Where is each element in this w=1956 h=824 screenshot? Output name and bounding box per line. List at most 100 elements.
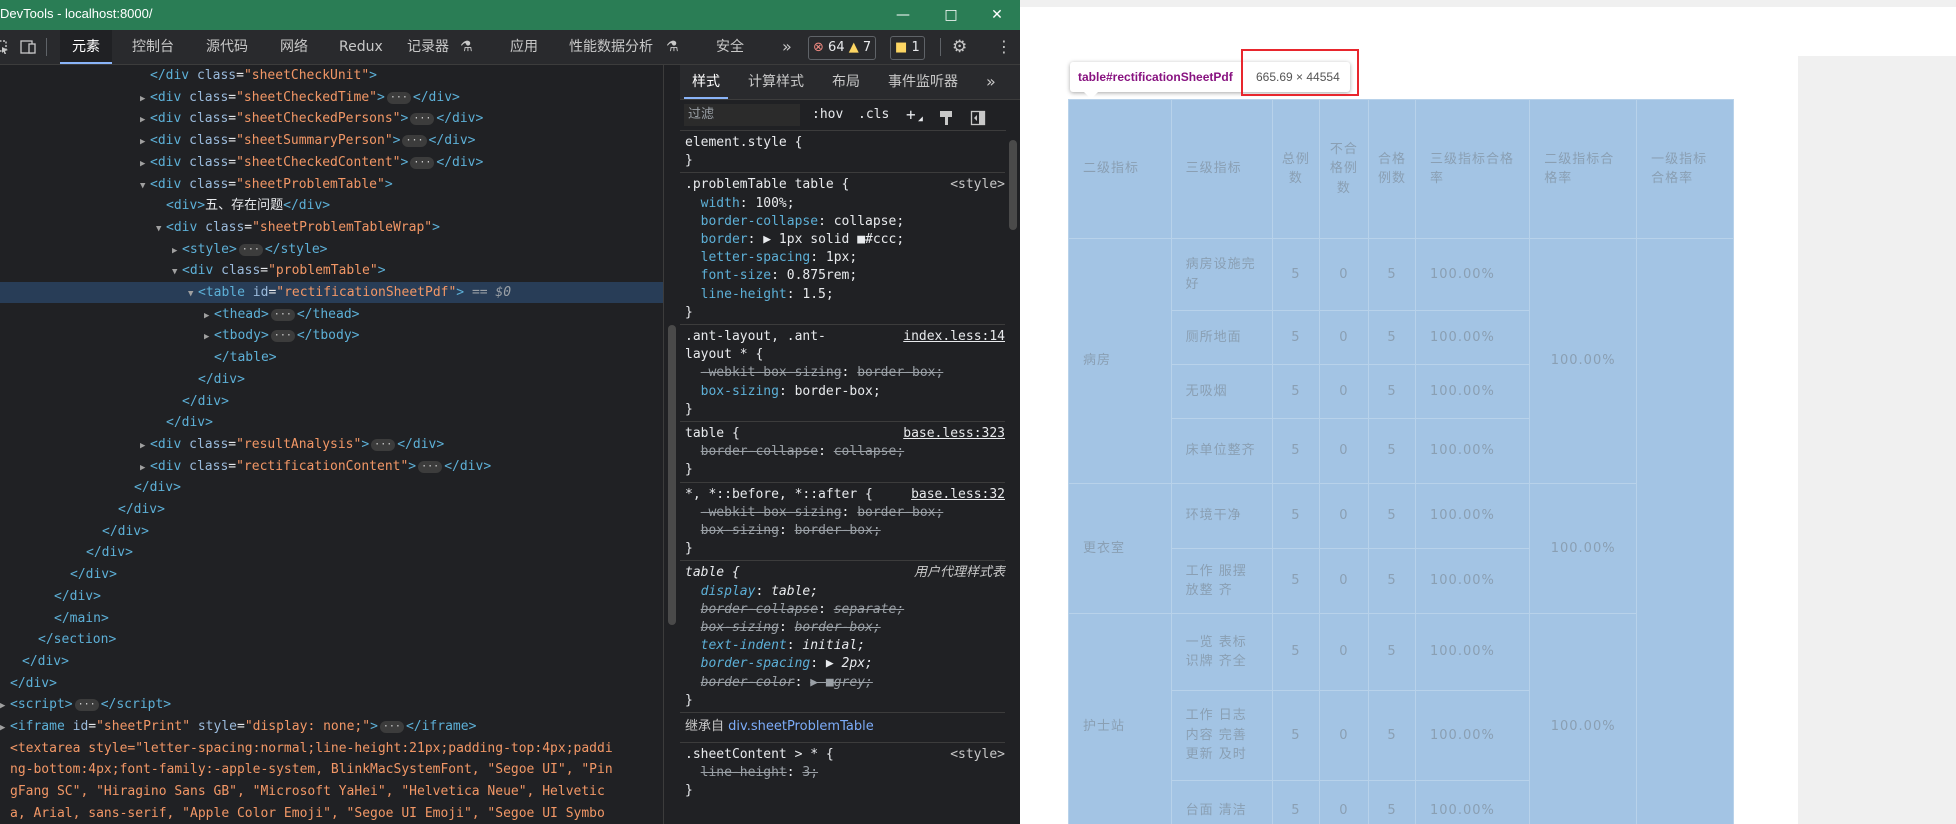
dom-node-line[interactable]: </div> (0, 521, 663, 542)
expand-toggle-icon[interactable]: ▶ (140, 89, 150, 110)
dom-node-line[interactable]: </table> (0, 347, 663, 368)
expand-toggle-icon[interactable]: ▶ (140, 154, 150, 175)
device-toolbar-icon[interactable] (20, 39, 36, 55)
dom-node-line[interactable]: <div>五、存在问题</div> (0, 195, 663, 216)
rule-source-link[interactable]: base.less:32 (911, 486, 1005, 504)
dom-node-line[interactable]: ▶ <style> ··· </style> (0, 239, 663, 260)
dom-node-line[interactable]: </div> (0, 391, 663, 412)
settings-gear-icon[interactable]: ⚙ (952, 30, 967, 64)
tab-network[interactable]: 网络 (280, 30, 308, 64)
maximize-button[interactable]: □ (928, 0, 974, 30)
dom-node-line[interactable]: gFang SC", "Hiragino Sans GB", "Microsof… (0, 781, 663, 802)
issues-counter[interactable]: ■ 1 (890, 36, 925, 60)
dom-node-line[interactable]: </div> (0, 586, 663, 607)
dom-node-line[interactable]: ▶ <div class="sheetSummaryPerson"> ··· </di… (0, 130, 663, 151)
expand-toggle-icon[interactable]: ▼ (156, 219, 166, 240)
rule-separator (680, 421, 1005, 422)
dom-node-line[interactable]: ▶ <div class="sheetCheckedPersons"> ··· </d… (0, 108, 663, 129)
expand-toggle-icon[interactable]: ▼ (188, 284, 198, 305)
tab-elements[interactable]: 元素 (60, 30, 112, 64)
passed-count-cell: 5 (1367, 690, 1417, 781)
subtab-computed[interactable]: 计算样式 (748, 65, 804, 99)
toggle-sidebar-icon[interactable] (970, 110, 986, 126)
rule-source-link[interactable]: index.less:14 (903, 328, 1005, 346)
item-rate-cell: 100.00% (1414, 310, 1531, 365)
panel-splitter-scrollbar[interactable] (663, 65, 680, 824)
scrollbar-thumb[interactable] (1009, 140, 1017, 230)
css-property: line-height: 3; (700, 765, 819, 781)
expand-toggle-icon[interactable]: ▼ (172, 262, 182, 283)
error-warning-counter[interactable]: ⊗ 64 ▲ 7 (808, 36, 877, 60)
subtab-styles[interactable]: 样式 (684, 65, 728, 99)
tab-sources[interactable]: 源代码 (206, 30, 248, 64)
dom-node-line[interactable]: <textarea style="letter-spacing:normal;l… (0, 738, 663, 759)
dom-node-line[interactable]: ▶ <div class="sheetCheckedContent"> ··· </d… (0, 152, 663, 173)
tab-redux[interactable]: Redux (339, 30, 383, 64)
dom-node-line[interactable]: </div class="sheetCheckUnit"> (0, 65, 663, 86)
tab-console[interactable]: 控制台 (132, 30, 174, 64)
styles-scrollbar[interactable] (1006, 130, 1020, 824)
subtab-more[interactable]: » (986, 65, 996, 99)
add-rule-dropdown-icon[interactable]: ◢ (918, 108, 923, 130)
dom-node-line[interactable]: </div> (0, 499, 663, 520)
dom-node-line[interactable]: </div> (0, 651, 663, 672)
close-button[interactable]: ✕ (974, 0, 1020, 30)
dom-node-line[interactable]: ▼ <div class="sheetProblemTableWrap"> (0, 217, 663, 238)
dom-node-line[interactable]: ▼ <div class="problemTable"> (0, 260, 663, 281)
dom-node-line[interactable]: </div> (0, 564, 663, 585)
dom-node-line[interactable]: </section> (0, 629, 663, 650)
class-toggle-button[interactable]: .cls (858, 104, 889, 126)
rule-source-link[interactable]: base.less:323 (903, 425, 1005, 443)
tab-security[interactable]: 安全 (716, 30, 744, 64)
dom-node-line[interactable]: ▼ <div class="sheetProblemTable"> (0, 174, 663, 195)
tab-recorder[interactable]: 记录器 (407, 30, 449, 64)
expand-toggle-icon[interactable]: ▶ (0, 718, 10, 739)
warning-icon: ▲ (848, 40, 859, 55)
dom-node-line[interactable]: </div> (0, 542, 663, 563)
dom-node-line[interactable]: </div> (0, 673, 663, 694)
expand-toggle-icon[interactable]: ▶ (140, 132, 150, 153)
expand-toggle-icon[interactable]: ▶ (0, 696, 10, 717)
subtab-layout[interactable]: 布局 (832, 65, 860, 99)
scrollbar-thumb[interactable] (668, 325, 676, 625)
inspect-element-icon[interactable] (0, 39, 10, 55)
expand-toggle-icon[interactable]: ▶ (172, 241, 182, 262)
dom-node-line[interactable]: </div> (0, 412, 663, 433)
dom-node-selected[interactable]: ▼ <table id="rectificationSheetPdf"> == $… (0, 282, 663, 303)
dom-node-line[interactable]: ▶ <div class="rectificationContent"> ··· </… (0, 456, 663, 477)
hover-state-button[interactable]: :hov (812, 104, 843, 126)
dom-node-line[interactable]: ▶ <iframe id="sheetPrint" style="display:… (0, 716, 663, 737)
expand-toggle-icon[interactable]: ▶ (204, 327, 214, 348)
error-count: 64 (828, 40, 845, 55)
add-rule-icon[interactable]: + (906, 104, 916, 126)
expand-toggle-icon[interactable]: ▶ (140, 458, 150, 479)
total-count-cell: 5 (1271, 690, 1320, 781)
expand-toggle-icon[interactable]: ▶ (204, 306, 214, 327)
dom-node-line[interactable]: ▶ <thead> ··· </thead> (0, 304, 663, 325)
dom-node-line[interactable]: ▶ <div class="resultAnalysis"> ··· </div> (0, 434, 663, 455)
dom-node-line[interactable]: </div> (0, 477, 663, 498)
expand-toggle-icon[interactable]: ▶ (140, 436, 150, 457)
dom-node-line[interactable]: </div> (0, 369, 663, 390)
subtab-event-listeners[interactable]: 事件监听器 (888, 65, 958, 99)
expand-toggle-icon[interactable]: ▶ (140, 110, 150, 131)
dom-node-line[interactable]: ▶ <div class="sheetCheckedTime"> ··· </div> (0, 87, 663, 108)
dom-node-line[interactable]: ▶ <script> ··· </script> (0, 694, 663, 715)
more-options-icon[interactable]: ⋮ (996, 30, 1012, 64)
dom-node-line[interactable]: </main> (0, 608, 663, 629)
dom-node-line[interactable]: a, Arial, sans-serif, "Apple Color Emoji… (0, 803, 663, 824)
expand-toggle-icon[interactable]: ▼ (140, 176, 150, 197)
dom-node-line[interactable]: ng-bottom:4px;font-family:-apple-system,… (0, 759, 663, 780)
minimize-button[interactable]: — (880, 0, 926, 30)
failed-count-cell: 0 (1318, 483, 1369, 549)
group-rate-cell: 100.00% (1529, 613, 1638, 824)
tab-application[interactable]: 应用 (510, 30, 538, 64)
styles-subtab-bar: 样式 计算样式 布局 事件监听器 » (680, 65, 1020, 100)
rule-close: } (685, 541, 693, 557)
more-tabs-button[interactable]: » (782, 30, 792, 64)
dom-node-line[interactable]: ▶ <tbody> ··· </tbody> (0, 325, 663, 346)
filter-input[interactable]: 过滤 (684, 104, 800, 126)
paint-brush-icon[interactable] (938, 110, 954, 126)
title-bar: DevTools - localhost:8000/ — □ ✕ (0, 0, 1020, 30)
tab-performance-insights[interactable]: 性能数据分析 (569, 30, 653, 64)
